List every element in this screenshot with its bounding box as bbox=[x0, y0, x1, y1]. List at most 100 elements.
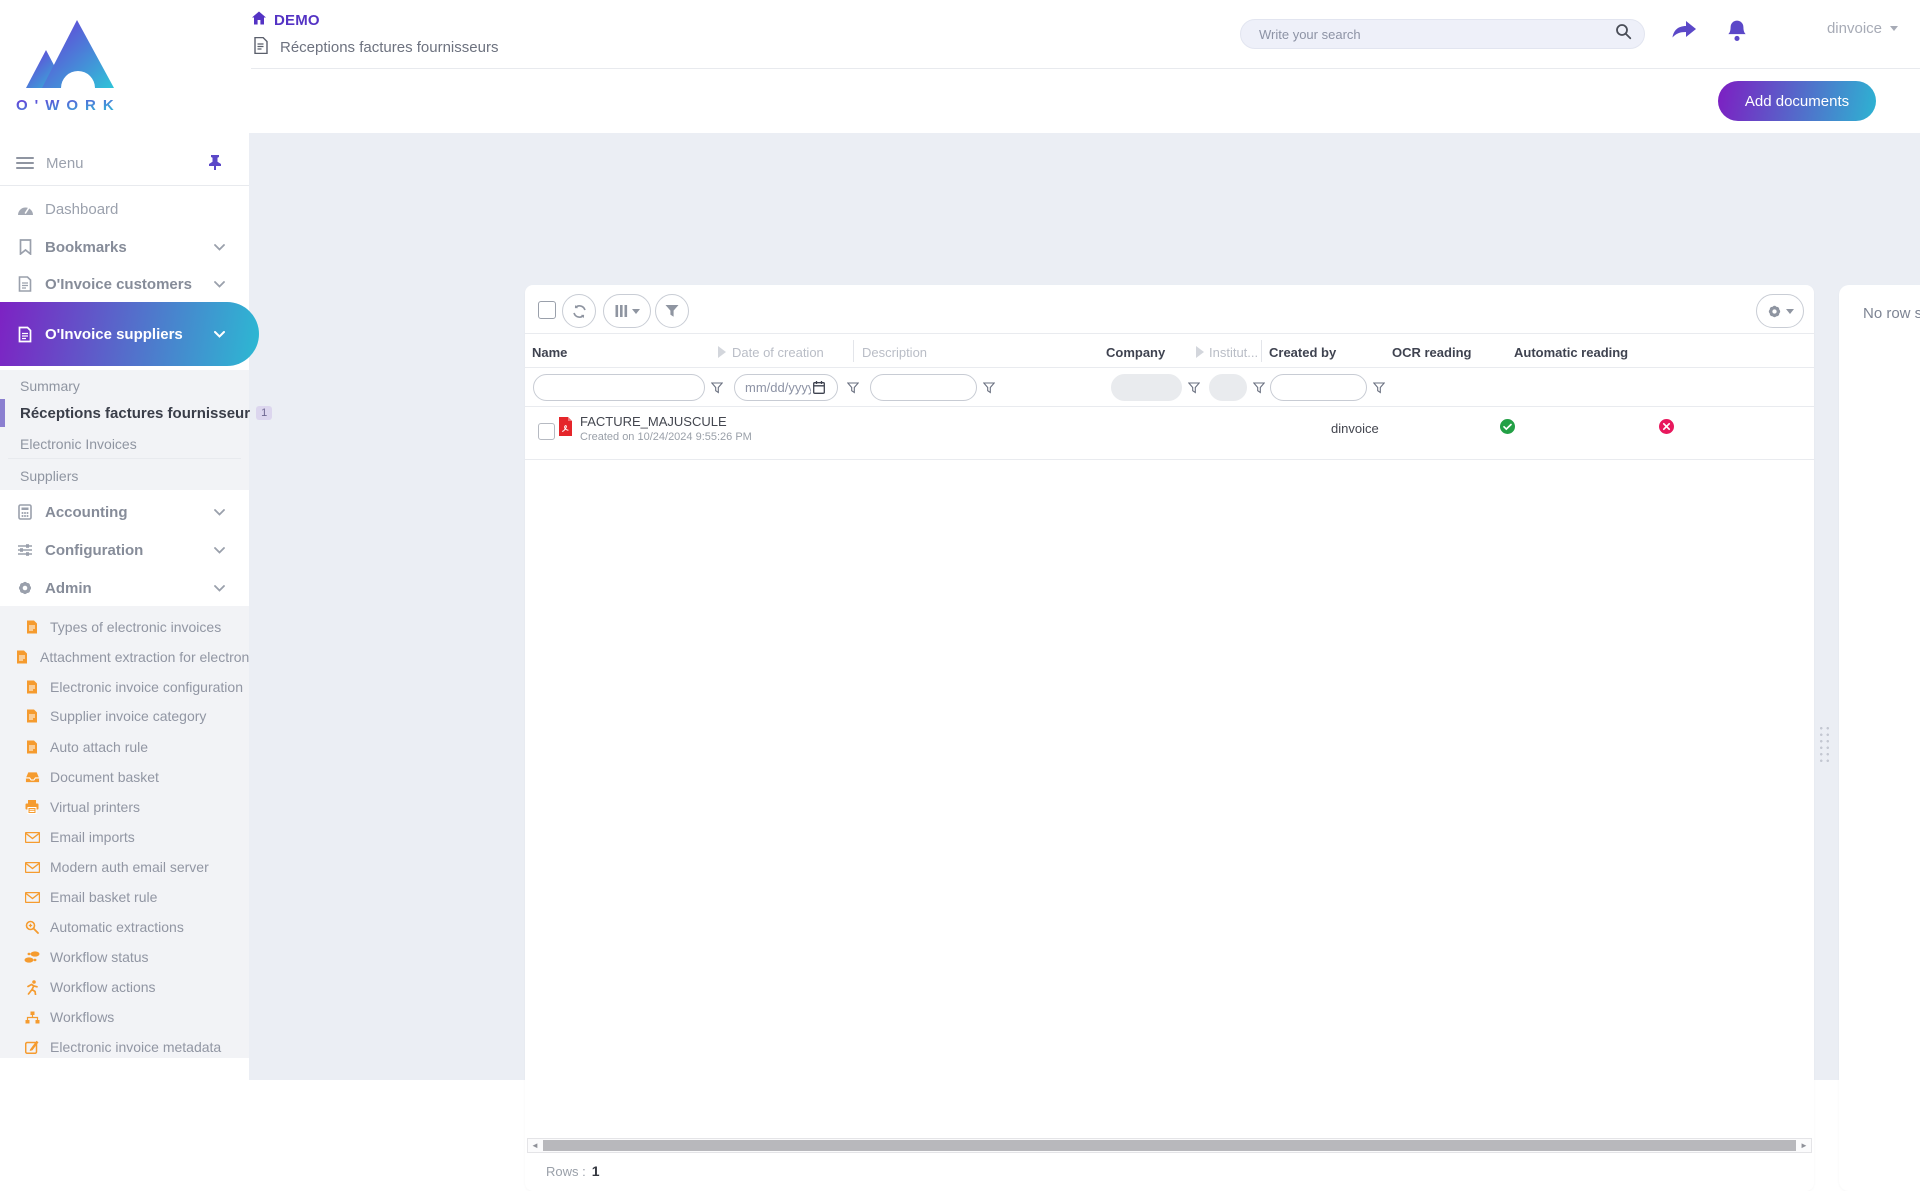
home-icon bbox=[251, 10, 267, 30]
search-input[interactable] bbox=[1259, 27, 1615, 42]
bell-icon[interactable] bbox=[1722, 16, 1752, 46]
sort-arrow-icon[interactable] bbox=[1196, 346, 1204, 358]
page-title-row: Réceptions factures fournisseurs bbox=[253, 37, 498, 58]
admin-item[interactable]: Supplier invoice category bbox=[0, 701, 249, 731]
column-header-date[interactable]: Date of creation bbox=[732, 345, 824, 360]
refresh-icon bbox=[572, 304, 587, 319]
hamburger-icon bbox=[16, 157, 34, 169]
admin-item[interactable]: Workflows bbox=[0, 1002, 249, 1032]
admin-item[interactable]: Workflow status bbox=[0, 942, 249, 972]
admin-item[interactable]: Auto attach rule bbox=[0, 732, 249, 762]
refresh-button[interactable] bbox=[562, 294, 596, 328]
filter-button[interactable] bbox=[655, 294, 689, 328]
filter-company-input bbox=[1111, 374, 1182, 401]
sidebar-item-bookmarks[interactable]: Bookmarks bbox=[0, 233, 249, 261]
scroll-left-arrow[interactable]: ◄ bbox=[528, 1139, 542, 1152]
scrollbar-thumb[interactable] bbox=[543, 1140, 1796, 1151]
admin-item[interactable]: Attachment extraction for electron bbox=[0, 642, 249, 672]
column-header-automatic-reading[interactable]: Automatic reading bbox=[1514, 345, 1628, 360]
menu-toggle[interactable]: Menu bbox=[0, 148, 249, 178]
chevron-down-icon bbox=[214, 541, 225, 559]
column-header-created-by[interactable]: Created by bbox=[1269, 345, 1336, 360]
calculator-icon bbox=[16, 504, 34, 520]
user-menu[interactable]: dinvoice bbox=[1827, 20, 1898, 37]
admin-item[interactable]: Email basket rule bbox=[0, 882, 249, 912]
admin-item[interactable]: Virtual printers bbox=[0, 792, 249, 822]
logo-text: O'WORK bbox=[16, 97, 121, 114]
count-badge: 1 bbox=[256, 406, 272, 420]
sidebar-item-admin[interactable]: Admin bbox=[0, 574, 249, 602]
filter-funnel-icon[interactable] bbox=[711, 381, 723, 399]
sidebar-divider bbox=[0, 185, 249, 186]
app-logo[interactable]: O'WORK bbox=[14, 8, 124, 123]
rows-count-value: 1 bbox=[592, 1163, 600, 1179]
file-invoice-icon bbox=[16, 276, 34, 292]
sort-arrow-icon[interactable] bbox=[718, 346, 726, 358]
envelope-icon bbox=[24, 862, 40, 873]
file-invoice-icon bbox=[24, 709, 40, 723]
sidebar-item-dashboard[interactable]: Dashboard bbox=[0, 195, 249, 223]
submenu-item-electronic-invoices[interactable]: Electronic Invoices bbox=[0, 430, 249, 457]
submenu-item-receptions[interactable]: Réceptions factures fournisseur 1 bbox=[0, 399, 249, 427]
filter-funnel-icon[interactable] bbox=[847, 381, 859, 399]
submenu-item-summary[interactable]: Summary bbox=[0, 372, 249, 399]
column-header-institution[interactable]: Institut... bbox=[1209, 345, 1258, 360]
pen-square-icon bbox=[24, 1040, 40, 1054]
table-settings-button[interactable] bbox=[1756, 294, 1804, 328]
sidebar-item-accounting[interactable]: Accounting bbox=[0, 498, 249, 526]
select-all-checkbox[interactable] bbox=[538, 301, 556, 319]
chevron-down-icon bbox=[214, 238, 225, 256]
admin-item[interactable]: Automatic extractions bbox=[0, 912, 249, 942]
column-header-company[interactable]: Company bbox=[1106, 345, 1165, 360]
check-circle-icon bbox=[1500, 419, 1515, 439]
filter-created-by-input[interactable] bbox=[1270, 374, 1367, 401]
active-indicator bbox=[0, 399, 5, 427]
admin-item[interactable]: Types of electronic invoices bbox=[0, 612, 249, 642]
admin-item[interactable]: Workflow actions bbox=[0, 972, 249, 1002]
admin-item[interactable]: Modern auth email server bbox=[0, 852, 249, 882]
horizontal-scrollbar[interactable]: ◄ ► bbox=[527, 1138, 1812, 1153]
column-header-description[interactable]: Description bbox=[862, 345, 927, 360]
add-documents-button[interactable]: Add documents bbox=[1718, 81, 1876, 121]
admin-item[interactable]: Electronic invoice metadata bbox=[0, 1032, 249, 1062]
filter-name-input[interactable] bbox=[533, 374, 705, 401]
column-header-ocr-reading[interactable]: OCR reading bbox=[1392, 345, 1471, 360]
row-checkbox[interactable] bbox=[538, 423, 555, 440]
admin-item[interactable]: Electronic invoice configuration bbox=[0, 672, 249, 702]
scroll-right-arrow[interactable]: ► bbox=[1797, 1139, 1811, 1152]
suppliers-submenu: Summary Réceptions factures fournisseur … bbox=[0, 370, 249, 490]
submenu-item-suppliers[interactable]: Suppliers bbox=[0, 462, 249, 489]
file-invoice-icon bbox=[24, 740, 40, 754]
columns-button[interactable] bbox=[603, 294, 651, 328]
breadcrumb-root[interactable]: DEMO bbox=[251, 10, 320, 30]
gear-icon bbox=[1767, 304, 1782, 319]
gear-icon bbox=[16, 580, 34, 596]
sidebar-item-configuration[interactable]: Configuration bbox=[0, 536, 249, 564]
filter-funnel-icon[interactable] bbox=[1188, 381, 1200, 399]
sliders-icon bbox=[16, 543, 34, 557]
calendar-icon[interactable] bbox=[813, 381, 825, 399]
sidebar-item-oinvoice-customers[interactable]: O'Invoice customers bbox=[0, 270, 249, 298]
envelope-icon bbox=[24, 892, 40, 903]
panel-resize-handle[interactable] bbox=[1818, 725, 1831, 765]
sidebar-item-oinvoice-suppliers[interactable]: O'Invoice suppliers bbox=[0, 302, 259, 366]
submenu-divider bbox=[8, 458, 241, 459]
share-icon[interactable] bbox=[1669, 16, 1699, 46]
detail-panel: No row selected bbox=[1839, 285, 1920, 1191]
filter-funnel-icon[interactable] bbox=[983, 381, 995, 399]
page-title: Réceptions factures fournisseurs bbox=[280, 39, 498, 56]
chevron-down-icon bbox=[632, 309, 640, 314]
column-header-name[interactable]: Name bbox=[532, 345, 567, 360]
filter-funnel-icon[interactable] bbox=[1253, 381, 1265, 399]
admin-item[interactable]: Email imports bbox=[0, 822, 249, 852]
bookmark-icon bbox=[16, 239, 34, 255]
pin-icon[interactable] bbox=[207, 154, 223, 176]
filter-description-input[interactable] bbox=[870, 374, 977, 401]
filter-funnel-icon[interactable] bbox=[1373, 381, 1385, 399]
breadcrumb-root-label: DEMO bbox=[274, 12, 320, 29]
times-circle-icon bbox=[1659, 419, 1674, 439]
search-icon[interactable] bbox=[1615, 23, 1632, 45]
shoe-prints-icon bbox=[24, 951, 40, 963]
document-name[interactable]: FACTURE_MAJUSCULE bbox=[580, 414, 727, 429]
admin-item[interactable]: Document basket bbox=[0, 762, 249, 792]
